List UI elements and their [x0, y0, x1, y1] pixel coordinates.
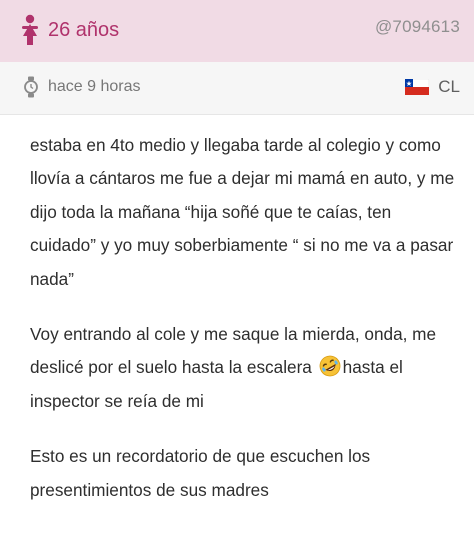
- user-id[interactable]: @7094613: [375, 17, 460, 37]
- post-header: 26 años @7094613: [0, 0, 474, 62]
- age-label: 26 años: [48, 18, 120, 41]
- post-paragraph-2: Voy entrando al cole y me saque la mierd…: [30, 318, 460, 418]
- watch-icon: [24, 76, 38, 98]
- chile-flag-icon: [405, 79, 430, 95]
- post-body: estaba en 4to medio y llegaba tarde al c…: [30, 129, 460, 529]
- timestamp: hace 9 horas: [24, 76, 141, 98]
- female-person-icon: [22, 14, 38, 45]
- country-indicator: CL: [405, 77, 460, 97]
- post-meta-bar: hace 9 horas CL: [0, 62, 474, 115]
- post-paragraph-1: estaba en 4to medio y llegaba tarde al c…: [30, 135, 455, 289]
- time-label: hace 9 horas: [48, 78, 141, 95]
- country-code: CL: [438, 77, 460, 96]
- age-badge: 26 años: [20, 14, 119, 46]
- post-paragraph-3: Esto es un recordatorio de que escuchen …: [30, 446, 371, 500]
- rolling-on-floor-laughing-emoji-icon: [319, 356, 341, 377]
